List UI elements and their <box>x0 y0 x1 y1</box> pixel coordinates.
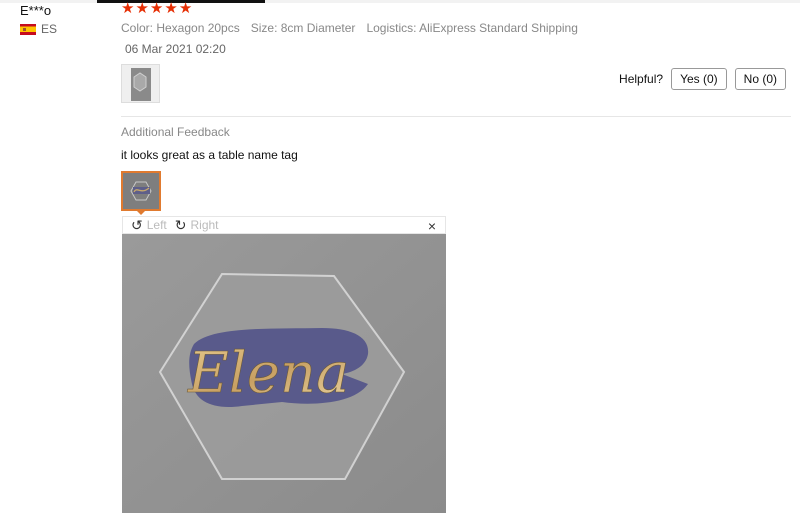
rotate-left-button[interactable]: ↺ Left <box>131 218 167 232</box>
rotate-left-label: Left <box>146 218 167 232</box>
review-photo-thumbnail[interactable] <box>121 64 160 103</box>
rotate-right-icon: ↻ <box>174 217 187 233</box>
additional-feedback-text: it looks great as a table name tag <box>121 148 298 162</box>
divider <box>121 116 791 117</box>
star-icon: ★ <box>178 0 193 17</box>
star-icon: ★ <box>135 0 149 17</box>
reviewer-country: ES <box>20 22 57 36</box>
country-code: ES <box>41 22 58 36</box>
order-size: Size: 8cm Diameter <box>250 21 356 35</box>
order-color: Color: Hexagon 20pcs <box>121 21 240 35</box>
additional-photo-thumbnail[interactable] <box>121 171 161 211</box>
thumbnail-pointer <box>135 209 147 215</box>
star-icon: ★ <box>149 0 164 17</box>
order-info: Color: Hexagon 20pcs Size: 8cm Diameter … <box>121 21 578 35</box>
order-logistics: Logistics: AliExpress Standard Shipping <box>366 21 578 35</box>
helpful-yes-button[interactable]: Yes (0) <box>671 68 727 90</box>
reviewer-name: E***o <box>20 3 52 18</box>
close-icon[interactable]: × <box>428 218 436 234</box>
helpful-no-button[interactable]: No (0) <box>734 68 786 90</box>
top-border <box>0 0 800 3</box>
review-date: 06 Mar 2021 02:20 <box>125 42 226 56</box>
image-viewer-toolbar: ↺ Left ↻ Right × <box>122 216 446 234</box>
photo-name-text: Elena <box>187 341 349 406</box>
rotate-right-button[interactable]: ↻ Right <box>175 218 219 232</box>
star-rating: ★ ★ ★ ★ ★ <box>121 1 192 17</box>
helpful-section: Helpful? Yes (0) No (0) <box>619 68 786 90</box>
review-photo-large: Elena <box>122 234 446 513</box>
additional-feedback-title: Additional Feedback <box>121 125 230 139</box>
rotate-left-icon: ↺ <box>131 217 143 233</box>
star-icon: ★ <box>121 0 135 17</box>
rotate-right-label: Right <box>190 218 219 232</box>
helpful-label: Helpful? <box>619 72 664 86</box>
star-icon: ★ <box>164 0 178 17</box>
spain-flag-icon <box>20 23 36 35</box>
